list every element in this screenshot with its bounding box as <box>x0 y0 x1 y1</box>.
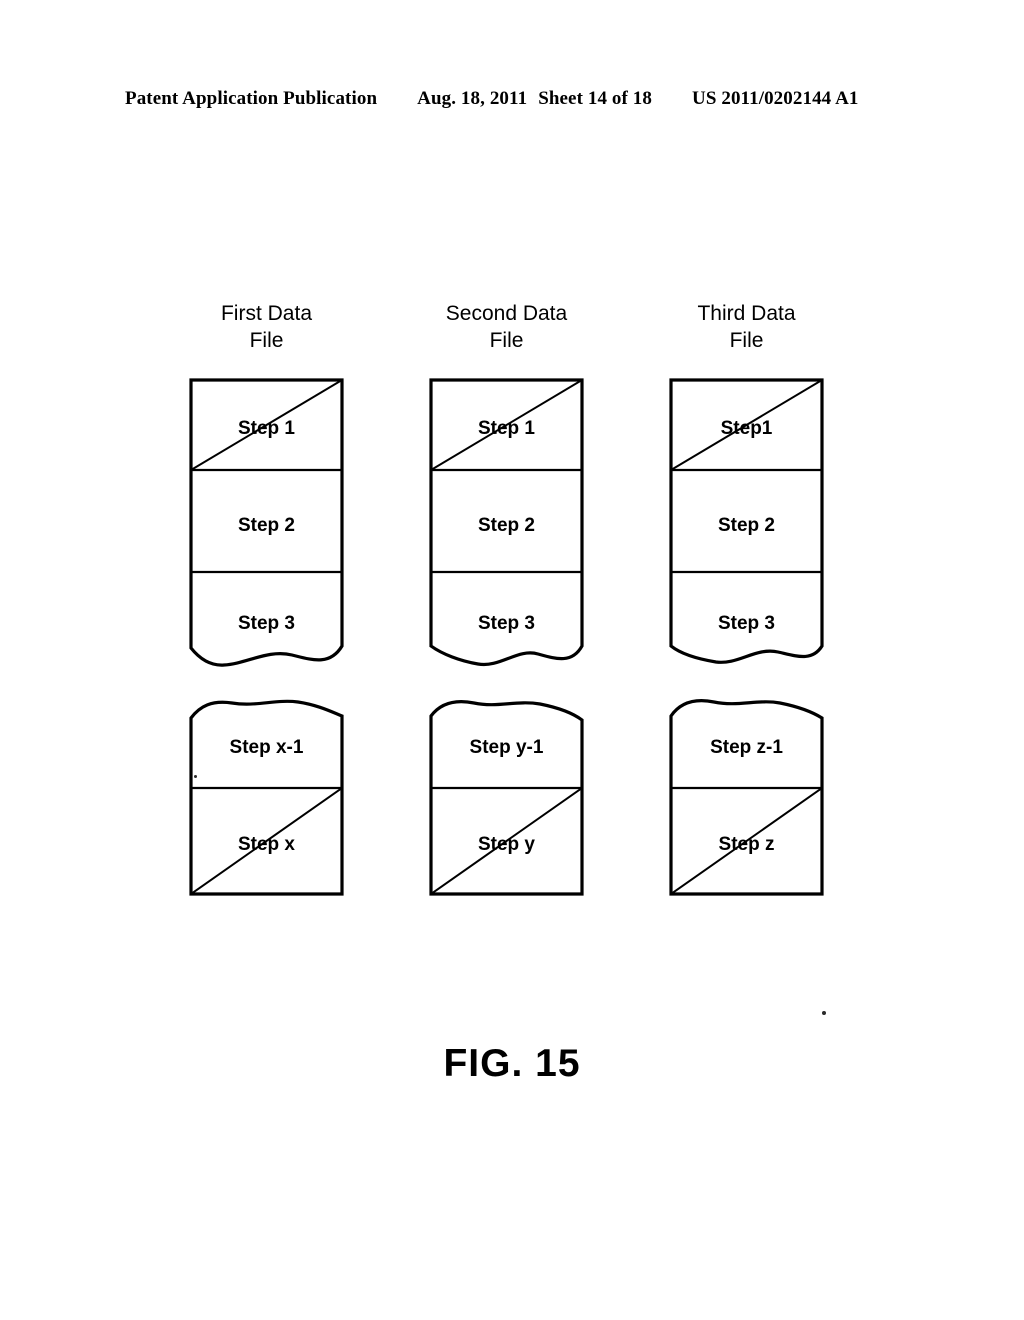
second-file-cell-step-y-1: Step y-1 <box>469 737 544 758</box>
third-data-file-title: Third Data File <box>697 302 796 352</box>
first-data-file-title: First Data File <box>220 302 312 352</box>
second-file-cell-step-y: Step y <box>477 834 536 855</box>
third-file-cell-step-3: Step 3 <box>717 613 776 634</box>
figure-15-drawing <box>189 378 824 896</box>
third-file-bottom-block <box>669 699 824 896</box>
first-file-cell-step-x-1: Step x-1 <box>229 737 304 758</box>
scan-speck-artifact-right <box>822 1011 826 1015</box>
third-file-cell-step-z: Step z <box>718 834 775 855</box>
second-file-cell-step-3: Step 3 <box>477 613 536 634</box>
second-file-cell-step-2: Step 2 <box>477 515 536 536</box>
third-file-cell-step-z-1: Step z-1 <box>710 737 783 758</box>
first-file-bottom-block <box>189 699 344 896</box>
third-file-cell-step-1: Step1 <box>720 418 773 439</box>
third-file-cell-step-2: Step 2 <box>717 515 776 536</box>
figure-caption: FIG. 15 <box>443 1042 581 1085</box>
first-file-cell-step-2: Step 2 <box>237 515 296 536</box>
first-file-cell-step-x: Step x <box>237 834 296 855</box>
first-file-cell-step-1: Step 1 <box>237 418 296 439</box>
second-file-bottom-block <box>429 700 584 896</box>
second-data-file-title: Second Data File <box>445 302 568 352</box>
scan-speck-artifact-left <box>194 775 197 778</box>
second-file-cell-step-1: Step 1 <box>477 418 536 439</box>
first-file-cell-step-3: Step 3 <box>237 613 296 634</box>
